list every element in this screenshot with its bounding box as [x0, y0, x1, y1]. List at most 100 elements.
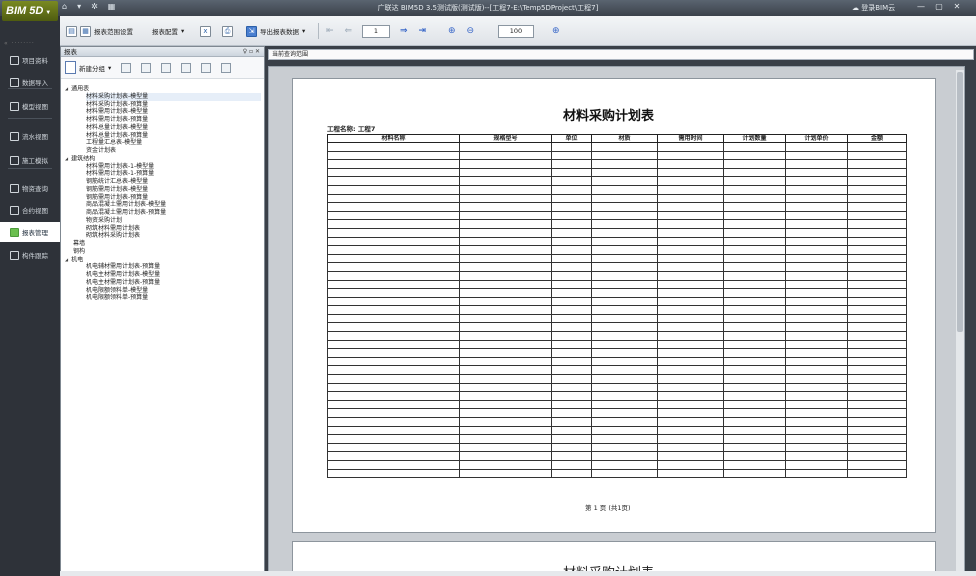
table-cell — [657, 262, 724, 272]
report-config-button[interactable]: 报表配置 — [152, 26, 178, 36]
column-header: 需用时间 — [657, 134, 724, 143]
table-cell — [459, 356, 552, 367]
nav-item-7[interactable]: 报表管理 — [0, 222, 60, 242]
maximize-button[interactable]: ▢ — [930, 1, 948, 14]
login-button[interactable]: ☁ 登录BIM云 — [852, 3, 895, 13]
nav-separator — [8, 88, 52, 89]
table-cell — [657, 313, 724, 324]
table-cell — [723, 442, 786, 453]
table-cell — [591, 253, 658, 264]
table-row — [327, 253, 907, 264]
table-cell — [723, 159, 786, 169]
panel-pin-controls[interactable]: ♀ ▫ ✕ — [243, 47, 260, 57]
table-cell — [591, 348, 658, 358]
report-tree: 通用表材料采购计划表-模型量材料采购计划表-预算量材料需用计划表-模型量材料需用… — [61, 79, 264, 301]
preview-scrollbar[interactable] — [956, 70, 964, 572]
table-cell — [591, 391, 658, 401]
table-cell — [551, 296, 592, 307]
table-cell — [847, 142, 907, 152]
nav-item-5[interactable]: 物资查询 — [0, 178, 60, 198]
zoom-fit-icon[interactable]: ⊕ — [552, 26, 560, 36]
nav-collapse-handle[interactable]: « ········ — [4, 40, 54, 50]
table-cell — [657, 296, 724, 307]
status-strip — [60, 571, 976, 576]
nav-item-6[interactable]: 合约视图 — [0, 200, 60, 220]
table-cell — [551, 167, 592, 178]
table-cell — [327, 142, 460, 152]
page-number-input[interactable]: 1 — [362, 24, 390, 38]
zoom-input[interactable]: 100 — [498, 24, 534, 38]
table-row — [327, 279, 907, 290]
table-row — [327, 391, 907, 401]
report-view-icon[interactable]: ▤ — [66, 25, 77, 37]
table-cell — [459, 245, 552, 255]
table-row — [327, 288, 907, 298]
table-cell — [723, 425, 786, 436]
table-cell — [785, 227, 848, 238]
table-cell — [327, 210, 460, 221]
first-page-icon[interactable]: ⇤ — [326, 26, 334, 36]
app-logo[interactable]: BIM 5D ▼ — [2, 1, 58, 21]
table-cell — [327, 331, 460, 341]
table-cell — [785, 408, 848, 418]
nav-separator — [8, 168, 52, 169]
table-cell — [847, 365, 907, 376]
last-page-icon[interactable]: ⇥ — [419, 26, 427, 36]
nav-item-1[interactable]: 数据导入 — [0, 72, 60, 92]
table-cell — [327, 356, 460, 367]
table-cell — [847, 434, 907, 444]
tree-item[interactable]: 机电限额领料单-预算量 — [86, 294, 148, 302]
table-cell — [723, 305, 786, 315]
minimize-button[interactable]: — — [912, 1, 930, 14]
report-config-dropdown-icon[interactable]: ▾ — [181, 27, 184, 35]
new-group-dropdown-icon[interactable]: ▾ — [108, 64, 111, 72]
move-report-icon[interactable] — [161, 62, 172, 73]
table-cell — [723, 245, 786, 255]
table-cell — [459, 288, 552, 298]
export-report-icon[interactable] — [221, 62, 232, 73]
scrollbar-thumb[interactable] — [957, 72, 963, 332]
tree-item[interactable]: 砌筑材料采购计划表 — [86, 232, 140, 240]
nav-item-2[interactable]: 模型视图 — [0, 96, 60, 116]
close-button[interactable]: ✕ — [948, 1, 966, 14]
print-icon[interactable]: ⎙ — [222, 25, 233, 37]
table-cell — [459, 270, 552, 281]
table-cell — [657, 322, 724, 333]
table-cell — [847, 356, 907, 367]
query-range-tab[interactable]: 当前查询范围 — [268, 49, 974, 60]
nav-item-0[interactable]: 项目资料 — [0, 50, 60, 70]
export-excel-icon[interactable]: x — [200, 25, 211, 37]
nav-item-4[interactable]: 施工模拟 — [0, 150, 60, 170]
range-settings-button[interactable]: 报表范围设置 — [94, 26, 133, 36]
table-cell — [723, 408, 786, 418]
export-data-button[interactable]: 导出报表数据 — [260, 26, 299, 36]
logo-dropdown-icon: ▼ — [45, 10, 52, 16]
table-cell — [591, 417, 658, 427]
next-page-icon[interactable]: ⇒ — [400, 26, 408, 36]
table-cell — [657, 348, 724, 358]
table-row — [327, 459, 907, 470]
new-group-button[interactable]: 新建分组 ▾ — [65, 61, 111, 74]
table-cell — [551, 468, 592, 479]
nav-item-8[interactable]: 构件跟踪 — [0, 245, 60, 265]
prev-page-icon[interactable]: ⇐ — [345, 26, 353, 36]
table-cell — [459, 210, 552, 221]
table-cell — [657, 442, 724, 453]
nav-item-3[interactable]: 流水视图 — [0, 126, 60, 146]
table-cell — [551, 142, 592, 152]
zoom-out-icon[interactable]: ⊖ — [467, 26, 475, 36]
zoom-in-icon[interactable]: ⊕ — [448, 26, 456, 36]
tree-group[interactable]: 机电 — [65, 256, 83, 264]
copy-report-icon[interactable] — [141, 62, 152, 73]
table-cell — [551, 425, 592, 436]
export-dropdown-icon[interactable]: ▾ — [302, 27, 305, 35]
table-cell — [723, 296, 786, 307]
table-cell — [459, 167, 552, 178]
table-cell — [657, 305, 724, 315]
new-report-icon[interactable] — [121, 62, 132, 73]
report-title: 材料采购计划表 — [563, 109, 655, 124]
table-cell — [591, 184, 658, 195]
import-report-icon[interactable] — [201, 62, 212, 73]
table-cell — [657, 210, 724, 221]
delete-report-icon[interactable] — [181, 62, 192, 73]
